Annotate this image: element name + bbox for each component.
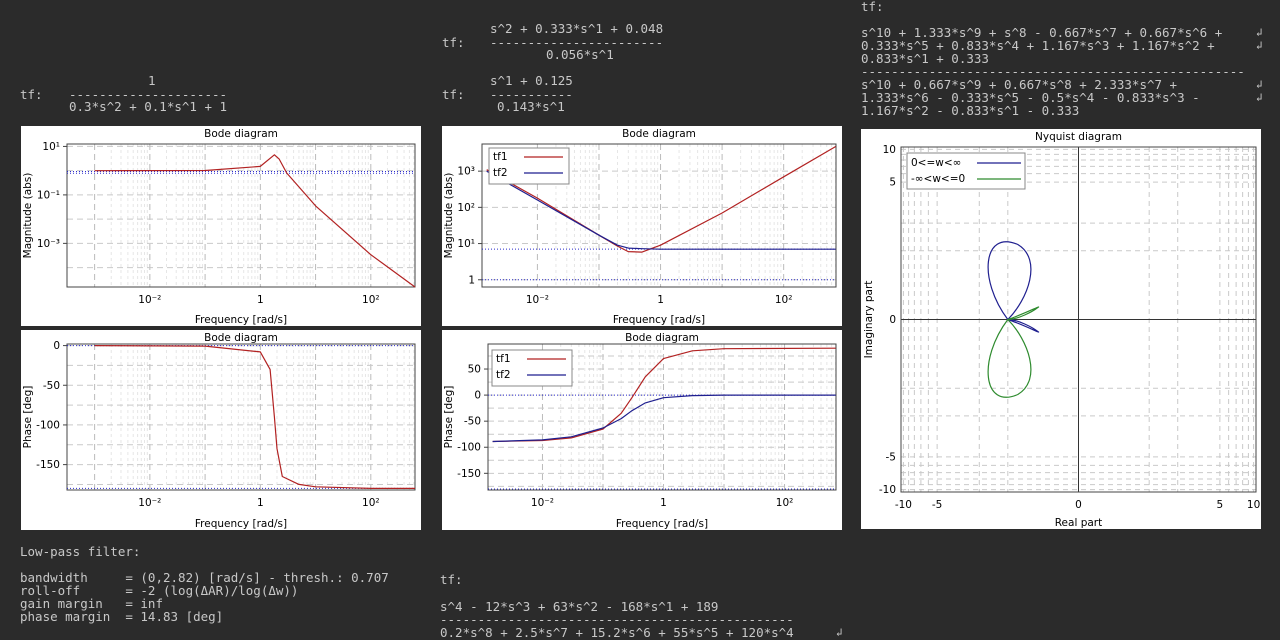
x-axis-label: Frequency [rad/s] (195, 314, 287, 326)
x-tick-label: 1 (257, 497, 264, 509)
legend-label: tf1 (493, 151, 508, 163)
plot-title: Bode diagram (204, 332, 278, 344)
y-tick-label: 0 (53, 340, 60, 352)
y-tick-label: 10⁻¹ (37, 189, 60, 201)
y-axis-label: Magnitude (abs) (443, 173, 455, 259)
tf-label: tf: (20, 87, 43, 102)
tf-label: tf: (861, 0, 884, 14)
tf-denominator: 0.3*s^2 + 0.1*s^1 + 1 (69, 99, 228, 114)
legend-label: tf2 (493, 167, 508, 179)
y-tick-label: 0 (889, 314, 896, 326)
x-tick-label: 10² (362, 497, 380, 509)
y-tick-label: -5 (886, 451, 896, 463)
plot-title: Bode diagram (204, 128, 278, 140)
y-tick-label: 50 (468, 364, 481, 376)
tf-denominator: 0.2*s^8 + 2.5*s^7 + 15.2*s^6 + 55*s^5 + … (440, 625, 794, 640)
x-axis-label: Real part (1055, 517, 1103, 529)
tf-label: tf: (442, 35, 465, 50)
y-tick-label: -150 (36, 459, 60, 471)
x-tick-label: 1 (657, 294, 664, 306)
plot-title: Bode diagram (622, 128, 696, 140)
y-axis-label: Phase [deg] (443, 386, 455, 449)
wrap-icon: ↲ (836, 626, 843, 639)
y-tick-label: 10³ (457, 166, 475, 178)
tf-denominator-line: 1.167*s^2 - 0.833*s^1 - 0.333 (861, 103, 1080, 118)
x-tick-label: 10² (776, 497, 794, 509)
x-tick-label: 10² (362, 294, 380, 306)
bode-magnitude-plot-1[interactable]: Bode diagram 10⁻² 1 10² 10¹ 10⁻¹ 10⁻³ Frequency… (21, 126, 421, 326)
nyquist-plot[interactable]: Nyquist diagram -10 -5 0 5 10 10 5 0 -5 -10 Real pa… (861, 129, 1261, 529)
x-tick-label: 10⁻² (526, 294, 549, 306)
y-tick-label: 5 (889, 177, 896, 189)
y-tick-label: 10¹ (457, 238, 475, 250)
x-tick-label: 0 (1075, 499, 1082, 511)
wrap-icon: ↲ (1256, 78, 1263, 91)
legend-label: tf2 (496, 369, 511, 381)
plot-title: Bode diagram (625, 332, 699, 344)
y-axis-label: Phase [deg] (22, 386, 34, 449)
bode-phase-plot-1[interactable]: Bode diagram 10⁻² 1 10² 0 -50 -100 -150 Frequenc… (21, 330, 421, 530)
y-tick-label: -10 (879, 484, 896, 496)
tf-numerator: s^2 + 0.333*s^1 + 0.048 (490, 21, 664, 36)
y-tick-label: 10 (883, 144, 896, 156)
y-tick-label: 0 (474, 390, 481, 402)
x-tick-label: 10⁻² (138, 497, 161, 509)
legend-label: -∞<w<=0 (911, 173, 965, 185)
x-tick-label: 10⁻² (531, 497, 554, 509)
y-tick-label: 10⁻³ (37, 238, 60, 250)
x-tick-label: 10⁻² (138, 294, 161, 306)
bode-phase-plot-2[interactable]: Bode diagram 10⁻² 1 10² 50 0 -50 -100 -150 Freque… (442, 330, 842, 530)
x-tick-label: 10² (775, 294, 793, 306)
y-tick-label: -50 (43, 380, 60, 392)
y-tick-label: -100 (36, 419, 60, 431)
wrap-icon: ↲ (1256, 91, 1263, 104)
x-tick-label: 1 (660, 497, 667, 509)
x-tick-label: 5 (1217, 499, 1224, 511)
legend-label: 0<=w<∞ (911, 157, 961, 169)
x-axis-label: Frequency [rad/s] (616, 518, 708, 530)
tf-denominator: 0.143*s^1 (497, 99, 565, 114)
y-tick-label: -50 (464, 416, 481, 428)
lowpass-title: Low-pass filter: (20, 544, 141, 559)
wrap-icon: ↲ (1256, 26, 1263, 39)
y-tick-label: 1 (468, 274, 475, 286)
lowpass-row: phase margin = 14.83 [deg] (20, 609, 224, 624)
plot-frame (66, 143, 416, 288)
wrap-icon: ↲ (1256, 39, 1263, 52)
y-axis-label: Imaginary part (863, 281, 875, 359)
x-tick-label: -5 (932, 499, 942, 511)
x-tick-label: 1 (257, 294, 264, 306)
bode-magnitude-plot-2[interactable]: Bode diagram 10⁻² 1 10² 10³ 10² 10¹ 1 Frequency … (442, 126, 842, 326)
tf-label: tf: (440, 572, 463, 587)
tf-denominator: 0.056*s^1 (546, 47, 614, 62)
x-axis-label: Frequency [rad/s] (613, 314, 705, 326)
y-tick-label: 10¹ (42, 141, 60, 153)
y-tick-label: 10² (457, 202, 475, 214)
tf-numerator: 1 (148, 73, 156, 88)
x-axis-label: Frequency [rad/s] (195, 518, 287, 530)
x-tick-label: 10 (1247, 499, 1260, 511)
plot-title: Nyquist diagram (1035, 131, 1122, 143)
y-axis-label: Magnitude (abs) (22, 173, 34, 259)
tf-label: tf: (442, 87, 465, 102)
x-tick-label: -10 (895, 499, 912, 511)
legend-label: tf1 (496, 353, 511, 365)
tf-numerator: s^1 + 0.125 (490, 73, 573, 88)
y-tick-label: -100 (457, 442, 481, 454)
y-tick-label: -150 (457, 468, 481, 480)
